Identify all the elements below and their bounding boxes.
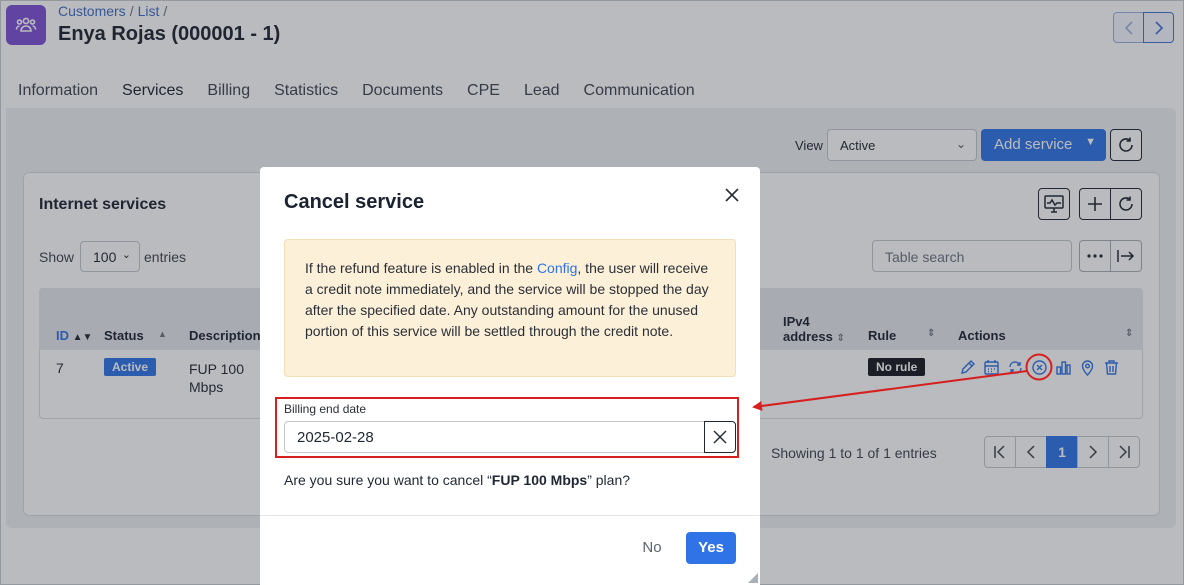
no-button[interactable]: No [632, 532, 672, 564]
dialog-footer-divider [260, 515, 760, 516]
close-icon[interactable] [722, 185, 742, 205]
close-icon [713, 430, 727, 444]
alert-text-before: If the refund feature is enabled in the [305, 260, 537, 276]
confirm-text-after: ” plan? [587, 472, 631, 488]
confirm-plan-name: FUP 100 Mbps [491, 472, 588, 488]
confirm-text-before: Are you sure you want to cancel “ [284, 472, 492, 488]
dialog-title: Cancel service [284, 191, 425, 213]
config-link[interactable]: Config [537, 260, 577, 276]
billing-end-date-value: 2025-02-28 [297, 429, 374, 446]
yes-button[interactable]: Yes [686, 532, 736, 564]
resize-grip-icon[interactable] [748, 573, 758, 583]
clear-date-button[interactable] [704, 421, 736, 453]
billing-end-date-input[interactable]: 2025-02-28 [284, 421, 736, 453]
refund-info-alert: If the refund feature is enabled in the … [284, 239, 736, 377]
billing-end-date-label: Billing end date [284, 402, 367, 416]
confirm-message: Are you sure you want to cancel “FUP 100… [284, 472, 630, 488]
